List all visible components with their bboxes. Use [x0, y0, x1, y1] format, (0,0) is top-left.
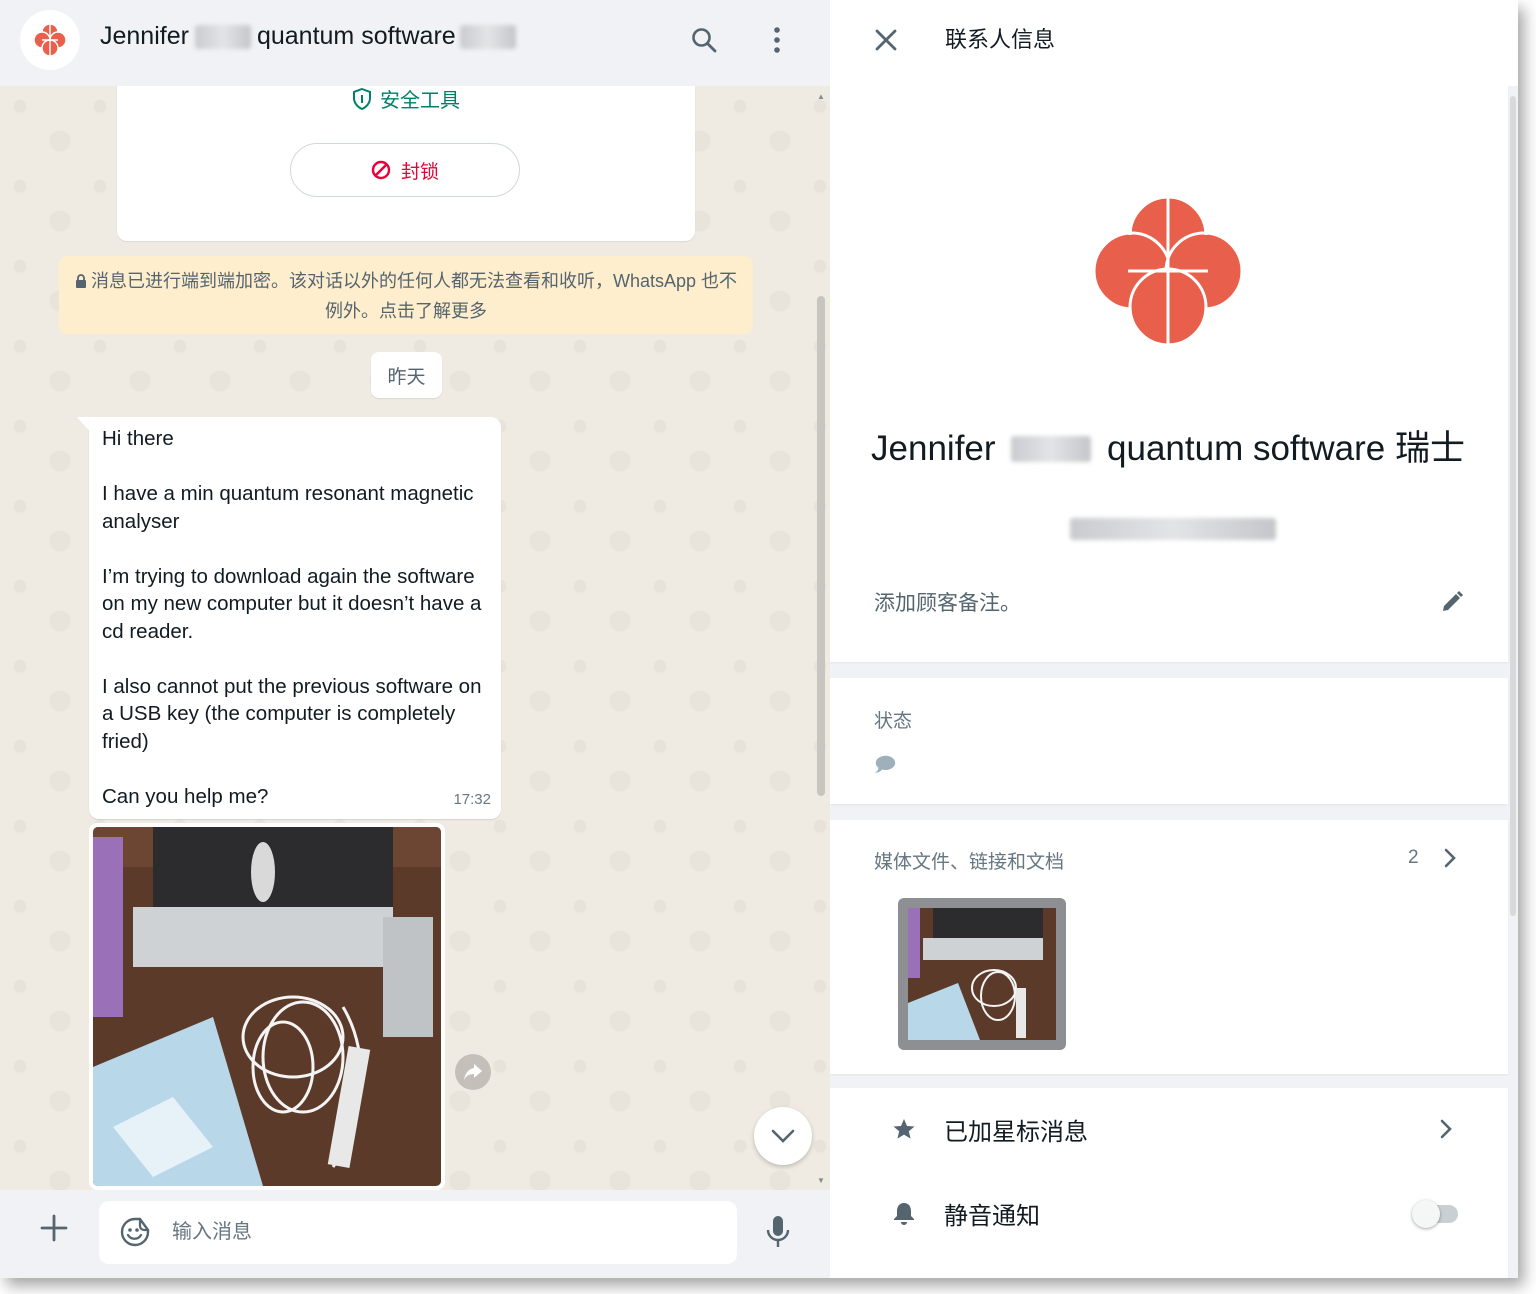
composer-bar — [0, 1190, 830, 1278]
add-note-text: 添加顾客备注。 — [874, 592, 1021, 615]
date-divider: 昨天 — [371, 352, 442, 398]
brain-logo-icon — [33, 23, 67, 57]
status-label: 状态 — [874, 711, 913, 732]
close-icon — [875, 29, 897, 51]
more-vertical-icon — [774, 27, 780, 53]
profile-section: Jennifer quantum software 瑞士 添加顾客备注。 — [830, 86, 1508, 662]
block-icon — [371, 160, 391, 180]
microphone-icon — [766, 1216, 790, 1247]
encryption-notice-text: 消息已进行端到端加密。该对话以外的任何人都无法查看和收听，WhatsApp 也不… — [90, 271, 738, 321]
app-window: Jennifer quantum software 安全工具 封锁 消息已进行端… — [0, 0, 1518, 1278]
chevron-right-icon — [1440, 1119, 1452, 1139]
scroll-to-bottom-button[interactable] — [754, 1107, 812, 1165]
media-section[interactable]: 媒体文件、链接和文档 2 — [830, 820, 1508, 1074]
chat-scrollbar[interactable] — [817, 296, 825, 796]
add-note-row[interactable]: 添加顾客备注。 — [874, 582, 1464, 622]
actions-section: 已加星标消息 静音通知 — [830, 1088, 1508, 1278]
message-paragraph: I have a min quantum resonant magnetic a… — [102, 482, 474, 533]
message-time: 17:32 — [453, 790, 491, 808]
sticker-emoji-icon[interactable] — [119, 1216, 151, 1248]
image-message[interactable] — [89, 823, 445, 1190]
toggle-knob — [1412, 1200, 1440, 1228]
voice-message-button[interactable] — [760, 1212, 796, 1252]
mute-toggle[interactable] — [1412, 1199, 1460, 1228]
mute-notifications-row[interactable]: 静音通知 — [830, 1172, 1508, 1254]
block-label: 封锁 — [400, 161, 439, 183]
starred-messages-row[interactable]: 已加星标消息 — [830, 1088, 1508, 1170]
plus-icon — [40, 1214, 68, 1242]
message-paragraph: I’m trying to download again the softwar… — [102, 564, 482, 643]
redacted-phone — [1070, 518, 1276, 540]
safety-tools-label: 安全工具 — [380, 90, 460, 112]
shield-icon — [353, 87, 371, 110]
message-input-wrapper — [99, 1201, 737, 1264]
block-button[interactable]: 封锁 — [290, 143, 520, 197]
contact-name: Jennifer quantum software 瑞士 — [850, 429, 1486, 468]
redacted-text — [1011, 436, 1092, 462]
scroll-down-arrow[interactable]: ▼ — [817, 1176, 825, 1185]
message-paragraph: I also cannot put the previous software … — [102, 674, 482, 753]
safety-tools-link[interactable]: 安全工具 — [117, 84, 695, 113]
contact-name-company: quantum software — [256, 22, 456, 50]
device-photo-image — [93, 827, 441, 1186]
chevron-down-icon — [771, 1129, 795, 1143]
status-value: 🗩 — [874, 754, 897, 776]
lock-icon — [75, 274, 86, 288]
avatar[interactable] — [20, 10, 80, 70]
forward-icon — [464, 1064, 482, 1080]
status-section: 状态 🗩 — [830, 678, 1508, 804]
contact-name-first: Jennifer — [871, 429, 996, 468]
chat-title[interactable]: Jennifer quantum software — [100, 22, 516, 51]
media-thumbnail[interactable] — [898, 898, 1066, 1050]
incoming-message[interactable]: Hi there I have a min quantum resonant m… — [89, 417, 501, 819]
bell-icon — [890, 1199, 918, 1227]
attach-button[interactable] — [36, 1210, 72, 1246]
scroll-up-arrow[interactable]: ▲ — [817, 92, 825, 101]
media-label: 媒体文件、链接和文档 — [874, 852, 1065, 873]
encryption-notice[interactable]: 消息已进行端到端加密。该对话以外的任何人都无法查看和收听，WhatsApp 也不… — [59, 256, 753, 334]
forward-button[interactable] — [455, 1054, 491, 1090]
close-button[interactable] — [868, 22, 904, 58]
brain-logo-icon[interactable] — [1088, 191, 1248, 351]
media-count: 2 — [1408, 847, 1419, 868]
message-paragraph: Hi there — [102, 427, 174, 450]
contact-name-first: Jennifer — [100, 22, 189, 50]
search-icon — [692, 28, 717, 53]
message-paragraph: Can you help me? — [102, 784, 269, 808]
chat-header[interactable]: Jennifer quantum software — [0, 0, 830, 86]
contact-info-pane: 联系人信息 Jennifer quantum software 瑞士 添加顾客备… — [830, 0, 1518, 1278]
redacted-text — [459, 24, 516, 49]
contact-info-header: 联系人信息 — [830, 0, 1518, 86]
chat-pane: Jennifer quantum software 安全工具 封锁 消息已进行端… — [0, 0, 830, 1278]
star-icon — [890, 1115, 918, 1143]
contact-name-company: quantum software 瑞士 — [1107, 429, 1465, 468]
contact-actions-card: 安全工具 封锁 — [117, 76, 695, 241]
chevron-right-icon[interactable] — [1438, 846, 1462, 870]
starred-messages-label: 已加星标消息 — [944, 1118, 1088, 1146]
device-photo-thumbnail — [908, 908, 1056, 1040]
search-button[interactable] — [686, 22, 722, 58]
info-scrollbar[interactable] — [1510, 96, 1516, 916]
message-input[interactable] — [172, 1213, 712, 1251]
redacted-text — [194, 24, 251, 49]
edit-pencil-icon[interactable] — [1440, 590, 1464, 614]
contact-info-title: 联系人信息 — [945, 27, 1056, 52]
mute-notifications-label: 静音通知 — [944, 1202, 1040, 1230]
menu-button[interactable] — [759, 22, 795, 58]
